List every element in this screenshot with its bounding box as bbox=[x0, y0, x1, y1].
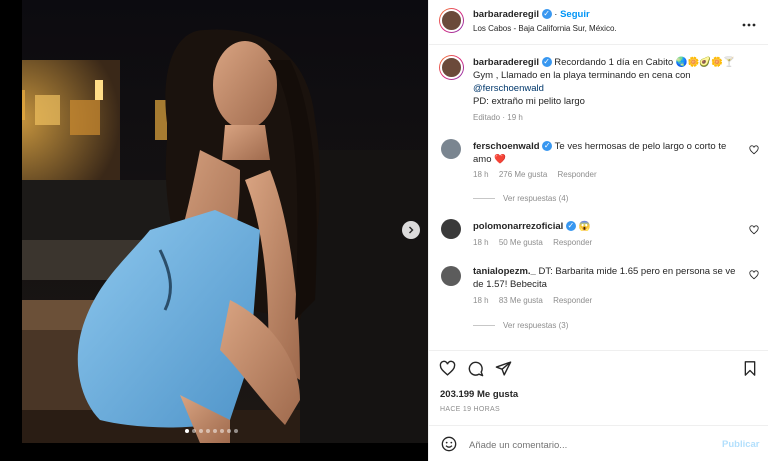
left-gutter bbox=[0, 0, 22, 461]
comment-username[interactable]: tanialopezm._ bbox=[473, 266, 536, 277]
caption-meta: Editado · 19 h bbox=[473, 113, 523, 122]
more-options-button[interactable] bbox=[742, 14, 756, 32]
carousel-indicator bbox=[183, 429, 239, 433]
comment-time[interactable]: 18 h bbox=[473, 170, 489, 179]
comment-username[interactable]: polomonarrezoficial bbox=[473, 221, 563, 232]
author-avatar[interactable] bbox=[439, 8, 464, 33]
caption-avatar[interactable] bbox=[439, 55, 464, 80]
comment-likes[interactable]: 50 Me gusta bbox=[499, 238, 543, 247]
likes-count[interactable]: 203.199 Me gusta bbox=[440, 389, 518, 400]
carousel-dot bbox=[198, 429, 203, 433]
comment-input[interactable] bbox=[467, 435, 711, 455]
verified-icon: ✓ bbox=[541, 9, 552, 20]
comment-username[interactable]: ferschoenwald bbox=[473, 141, 540, 152]
post-photo[interactable] bbox=[0, 0, 428, 443]
action-bar bbox=[429, 350, 768, 387]
carousel-dot bbox=[233, 429, 238, 433]
comment-reply-button[interactable]: Responder bbox=[558, 170, 597, 179]
post-header: barbaraderegil ✓ · Seguir Los Cabos - Ba… bbox=[429, 0, 768, 45]
bookmark-icon[interactable] bbox=[742, 360, 758, 377]
carousel-dot bbox=[219, 429, 224, 433]
carousel-dot bbox=[184, 429, 189, 433]
add-comment-bar: Publicar bbox=[429, 425, 768, 462]
comment-item: tanialopezm._ DT: Barbarita mide 1.65 pe… bbox=[429, 262, 768, 337]
comment-likes[interactable]: 276 Me gusta bbox=[499, 170, 547, 179]
caption-mention[interactable]: @ferschoenwald bbox=[473, 83, 544, 94]
photo-bottom-bar bbox=[0, 443, 428, 461]
view-replies-button[interactable]: Ver respuestas (3) bbox=[473, 321, 568, 330]
emoji-icon[interactable] bbox=[441, 436, 457, 452]
comment-like-icon[interactable] bbox=[749, 145, 759, 155]
post-location[interactable]: Los Cabos - Baja California Sur, México. bbox=[473, 24, 617, 33]
comment-item: ferschoenwald ✓ Te ves hermosas de pelo … bbox=[429, 135, 768, 210]
author-username[interactable]: barbaraderegil bbox=[473, 9, 539, 20]
caption-username[interactable]: barbaraderegil bbox=[473, 57, 539, 68]
follow-button[interactable]: Seguir bbox=[560, 9, 590, 20]
comment-avatar[interactable] bbox=[441, 266, 461, 286]
more-icon bbox=[742, 23, 756, 27]
comment-icon[interactable] bbox=[467, 360, 484, 377]
caption-line3: PD: extraño mi pelito largo bbox=[473, 96, 585, 107]
chevron-right-icon bbox=[409, 226, 414, 234]
caption-line1: Recordando 1 día en Cabito bbox=[554, 57, 674, 68]
post-time[interactable]: HACE 19 HORAS bbox=[440, 406, 500, 413]
carousel-next-button[interactable] bbox=[402, 221, 420, 239]
carousel-dot bbox=[226, 429, 231, 433]
comment-item: polomonarrezoficial ✓ 😱 18 h 50 Me gusta… bbox=[429, 215, 768, 255]
verified-icon: ✓ bbox=[565, 221, 576, 232]
caption-emojis: 🌏🌼🥑🌼🍸 bbox=[675, 57, 735, 68]
verified-icon: ✓ bbox=[541, 57, 552, 68]
heart-icon[interactable] bbox=[439, 360, 456, 377]
comment-reply-button[interactable]: Responder bbox=[553, 238, 592, 247]
comment-reply-button[interactable]: Responder bbox=[553, 296, 592, 305]
comment-avatar[interactable] bbox=[441, 139, 461, 159]
view-replies-label: Ver respuestas (3) bbox=[503, 321, 569, 330]
carousel-dot bbox=[205, 429, 210, 433]
post-image bbox=[0, 0, 428, 443]
comment-emoji: ❤️ bbox=[494, 154, 506, 165]
publish-button[interactable]: Publicar bbox=[722, 439, 760, 450]
comment-time[interactable]: 18 h bbox=[473, 238, 489, 247]
comment-emoji: 😱 bbox=[578, 221, 591, 232]
post-panel: barbaraderegil ✓ · Seguir Los Cabos - Ba… bbox=[428, 0, 768, 461]
view-replies-button[interactable]: Ver respuestas (4) bbox=[473, 194, 568, 203]
view-replies-label: Ver respuestas (4) bbox=[503, 194, 569, 203]
comment-avatar[interactable] bbox=[441, 219, 461, 239]
comment-time[interactable]: 18 h bbox=[473, 296, 489, 305]
carousel-dot bbox=[191, 429, 196, 433]
carousel-dot bbox=[212, 429, 217, 433]
comment-like-icon[interactable] bbox=[749, 225, 759, 235]
comment-like-icon[interactable] bbox=[749, 270, 759, 280]
send-icon[interactable] bbox=[495, 360, 512, 377]
comment-likes[interactable]: 83 Me gusta bbox=[499, 296, 543, 305]
verified-icon: ✓ bbox=[542, 141, 553, 152]
caption-line2: Gym , Llamado en la playa terminando en … bbox=[473, 70, 691, 81]
